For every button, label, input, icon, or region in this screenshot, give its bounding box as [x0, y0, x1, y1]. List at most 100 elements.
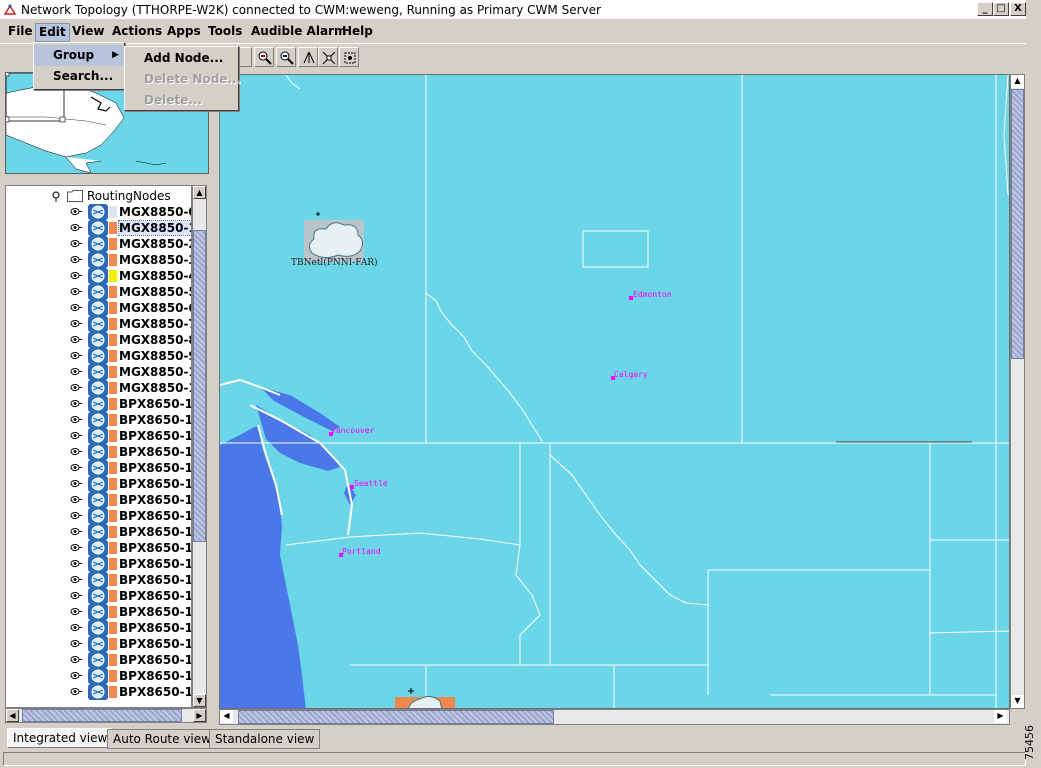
tree-node-row[interactable]: BPX8650-102 — [6, 428, 191, 444]
menu-item-add-node[interactable]: Add Node... — [125, 48, 238, 69]
node-tree[interactable]: RoutingNodes MGX8850-0 MGX8850-1 MGX8850-2… — [5, 185, 192, 708]
tree-node-row[interactable]: BPX8650-117 — [6, 668, 191, 684]
tree-node-row[interactable]: BPX8650-111 — [6, 572, 191, 588]
menu-apps[interactable]: Apps — [164, 23, 204, 40]
zoom-in-icon[interactable] — [254, 47, 274, 67]
tree-node-row[interactable]: BPX8650-105 — [6, 476, 191, 492]
topology-map[interactable]: TBNetl(PNNI-FAR) Edmonton Calgary Vancou… — [219, 74, 1010, 709]
eye-icon[interactable] — [70, 559, 82, 568]
scroll-right-icon[interactable]: ▶ — [994, 710, 1007, 723]
scroll-up-icon[interactable]: ▲ — [1011, 75, 1024, 88]
tree-node-row[interactable]: BPX8650-108 — [6, 524, 191, 540]
menu-actions[interactable]: Actions — [109, 23, 165, 40]
eye-icon[interactable] — [70, 287, 82, 296]
tree-root[interactable]: RoutingNodes — [6, 188, 191, 204]
eye-icon[interactable] — [70, 671, 82, 680]
tree-node-row[interactable]: BPX8650-103 — [6, 444, 191, 460]
eye-icon[interactable] — [70, 207, 82, 216]
pane-splitter[interactable] — [210, 72, 218, 724]
close-button[interactable]: X — [1010, 2, 1026, 16]
eye-icon[interactable] — [70, 495, 82, 504]
tree-node-row[interactable]: MGX8850-5 — [6, 284, 191, 300]
eye-icon[interactable] — [70, 239, 82, 248]
menu-tools[interactable]: Tools — [205, 23, 245, 40]
tree-node-row[interactable]: BPX8650-100 — [6, 396, 191, 412]
map-vertical-scrollbar[interactable]: ▲ ▼ — [1010, 74, 1025, 709]
eye-icon[interactable] — [70, 431, 82, 440]
eye-icon[interactable] — [70, 575, 82, 584]
maximize-button[interactable]: □ — [993, 2, 1009, 16]
tree-horizontal-scrollbar[interactable]: ◀ ▶ — [5, 708, 207, 723]
eye-icon[interactable] — [70, 335, 82, 344]
map-horizontal-scrollbar[interactable]: ◀ ▶ — [219, 709, 1010, 725]
eye-icon[interactable] — [70, 415, 82, 424]
scroll-left-icon[interactable]: ◀ — [6, 709, 19, 722]
menu-item-delete[interactable]: Delete... — [125, 90, 238, 111]
tree-node-row[interactable]: BPX8650-114 — [6, 620, 191, 636]
window-title-bar[interactable]: Network Topology (TTHORPE-W2K) connected… — [0, 0, 1026, 20]
scroll-left-icon[interactable]: ◀ — [220, 710, 233, 723]
eye-icon[interactable] — [70, 271, 82, 280]
tree-node-row[interactable]: MGX8850-1 — [6, 220, 191, 236]
fit-view-icon[interactable] — [298, 47, 318, 67]
tree-node-row[interactable]: BPX8650-115 — [6, 636, 191, 652]
tree-node-row[interactable]: MGX8850-12 — [6, 380, 191, 396]
tree-toggle-icon[interactable] — [50, 190, 62, 202]
tab-auto-route-view[interactable]: Auto Route view — [107, 729, 217, 749]
tree-node-row[interactable]: BPX8650-107 — [6, 508, 191, 524]
eye-icon[interactable] — [70, 687, 82, 696]
city-label-seattle[interactable]: Seattle — [354, 479, 388, 488]
eye-icon[interactable] — [70, 463, 82, 472]
menu-item-delete-node[interactable]: Delete Node... — [125, 69, 241, 90]
tree-node-row[interactable]: BPX8650-110 — [6, 556, 191, 572]
scroll-down-icon[interactable]: ▼ — [1011, 695, 1024, 708]
layout-icon[interactable] — [339, 47, 359, 67]
eye-icon[interactable] — [70, 511, 82, 520]
menu-audible-alarm[interactable]: Audible Alarm — [248, 23, 349, 40]
eye-icon[interactable] — [70, 351, 82, 360]
eye-icon[interactable] — [70, 479, 82, 488]
eye-icon[interactable] — [70, 367, 82, 376]
tree-vertical-scrollbar[interactable]: ▲ ▼ — [192, 185, 207, 708]
tree-node-row[interactable]: MGX8850-6 — [6, 300, 191, 316]
tree-node-row[interactable]: MGX8850-0 — [6, 204, 191, 220]
menu-help[interactable]: Help — [339, 23, 376, 40]
tree-node-row[interactable]: MGX8850-9 — [6, 348, 191, 364]
scroll-thumb[interactable] — [193, 230, 206, 542]
tree-node-row[interactable]: BPX8650-104 — [6, 460, 191, 476]
tree-node-row[interactable]: BPX8650-113 — [6, 604, 191, 620]
eye-icon[interactable] — [70, 255, 82, 264]
minimize-button[interactable]: _ — [977, 2, 993, 16]
scroll-down-icon[interactable]: ▼ — [193, 694, 206, 707]
eye-icon[interactable] — [70, 639, 82, 648]
tree-node-row[interactable]: BPX8650-112 — [6, 588, 191, 604]
eye-icon[interactable] — [70, 319, 82, 328]
tree-node-row[interactable]: BPX8650-101 — [6, 412, 191, 428]
menu-file[interactable]: File — [5, 23, 36, 40]
city-label-edmonton[interactable]: Edmonton — [633, 290, 672, 299]
eye-icon[interactable] — [70, 591, 82, 600]
tree-node-row[interactable]: BPX8650-116 — [6, 652, 191, 668]
city-label-portland[interactable]: Portland — [342, 547, 381, 556]
tree-node-row[interactable]: BPX8650-106 — [6, 492, 191, 508]
cloud-node-label[interactable]: TBNetl(PNNI-FAR) — [291, 258, 377, 268]
scroll-thumb[interactable] — [238, 710, 554, 724]
scroll-up-icon[interactable]: ▲ — [193, 186, 206, 199]
tab-integrated-view[interactable]: Integrated view — [7, 728, 114, 748]
eye-icon[interactable] — [70, 655, 82, 664]
tree-node-row[interactable]: BPX8650-118 — [6, 684, 191, 700]
tree-node-row[interactable]: BPX8650-109 — [6, 540, 191, 556]
eye-icon[interactable] — [70, 543, 82, 552]
eye-icon[interactable] — [70, 399, 82, 408]
menu-item-search[interactable]: Search... — [34, 66, 124, 87]
eye-icon[interactable] — [70, 607, 82, 616]
zoom-out-icon[interactable] — [276, 47, 296, 67]
scroll-thumb[interactable] — [1011, 89, 1024, 359]
eye-icon[interactable] — [70, 447, 82, 456]
tree-node-row[interactable]: MGX8850-7 — [6, 316, 191, 332]
menu-view[interactable]: View — [69, 23, 107, 40]
tab-standalone-view[interactable]: Standalone view — [209, 729, 321, 749]
eye-icon[interactable] — [70, 623, 82, 632]
eye-icon[interactable] — [70, 383, 82, 392]
scroll-right-icon[interactable]: ▶ — [193, 709, 206, 722]
